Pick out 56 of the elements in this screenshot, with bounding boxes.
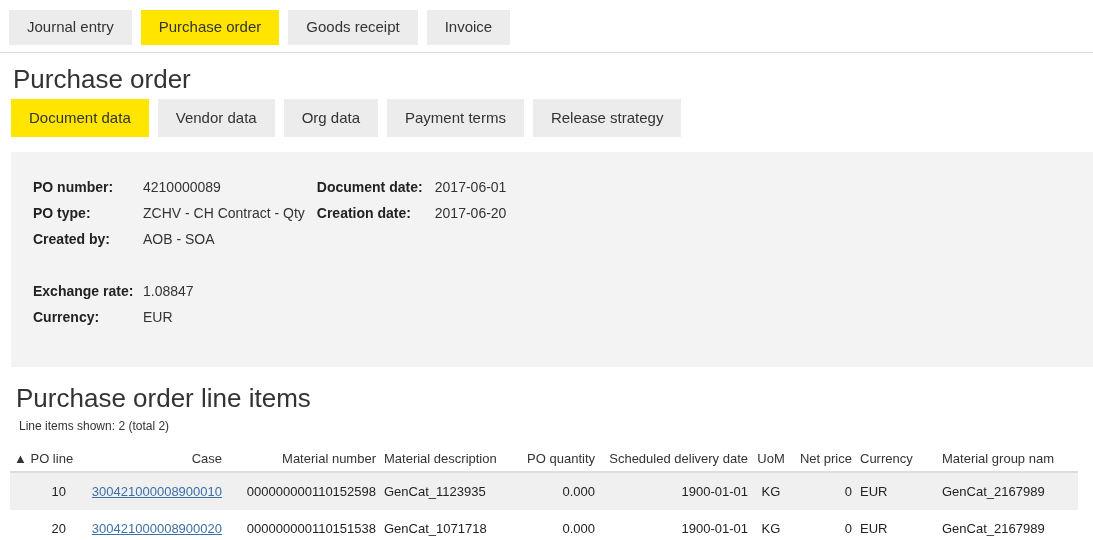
field-value: AOB - SOA (143, 229, 215, 249)
table-cell: KG (761, 483, 781, 499)
table-cell: 000000000110151538 (246, 521, 376, 537)
case-link[interactable]: 300421000008900020 (91, 521, 222, 537)
tab[interactable]: Payment terms (387, 99, 524, 137)
table-cell: GenCat_1123935 (384, 483, 486, 499)
column-header[interactable]: PO quantity (527, 450, 595, 466)
column-header[interactable]: Material group nam (942, 450, 1054, 466)
table-cell: GenCat_1071718 (384, 521, 487, 537)
field-label: Document date: (316, 177, 424, 197)
field-value: ZCHV - CH Contract - Qty (143, 203, 305, 223)
table-cell: KG (761, 521, 781, 537)
table-cell: 000000000110152598 (246, 483, 376, 499)
field-value: 4210000089 (143, 177, 221, 197)
field-value: EUR (143, 307, 173, 327)
tab[interactable]: Purchase order (140, 10, 280, 45)
line-items-count: Line items shown: 2 (total 2) (18, 418, 171, 434)
tab[interactable]: Org data (283, 99, 378, 137)
tab[interactable]: Journal entry (9, 10, 132, 45)
table-cell: EUR (860, 483, 888, 499)
field-label: Exchange rate: (33, 281, 135, 301)
table-cell: GenCat_2167989 (942, 521, 1045, 537)
page-title: Purchase order (12, 63, 192, 95)
tab[interactable]: Invoice (426, 10, 511, 45)
field-label: PO number: (33, 177, 115, 197)
table-cell: 1900-01-01 (681, 521, 748, 537)
table-cell: 0.000 (562, 521, 595, 537)
field-value: 2017-06-01 (434, 177, 507, 197)
table-cell: 0 (844, 483, 852, 499)
column-header[interactable]: Material number (282, 450, 376, 466)
field-value: 1.08847 (143, 281, 194, 301)
table-cell: 1900-01-01 (681, 483, 748, 499)
column-header[interactable]: Net price (799, 450, 852, 466)
section-title: Purchase order line items (15, 382, 312, 413)
tab[interactable]: Document data (11, 99, 149, 137)
table-cell: GenCat_2167989 (942, 483, 1045, 499)
field-label: PO type: (33, 203, 92, 223)
column-header[interactable]: Scheduled delivery date (609, 450, 748, 466)
field-value: 2017-06-20 (434, 203, 507, 223)
tab[interactable]: Vendor data (157, 99, 275, 137)
column-header[interactable]: UoM (757, 450, 785, 466)
table-cell: 0.000 (562, 483, 595, 499)
tab[interactable]: Goods receipt (288, 10, 418, 45)
column-header[interactable]: Material description (384, 450, 497, 466)
table-cell: EUR (860, 521, 888, 537)
column-header[interactable]: Currency (860, 450, 913, 466)
field-label: Created by: (33, 229, 112, 249)
column-header[interactable]: ▲ PO line (14, 450, 74, 466)
table-cell: 10 (51, 483, 66, 499)
field-label: Currency: (33, 307, 101, 327)
case-link[interactable]: 300421000008900010 (91, 483, 222, 499)
table-cell: 20 (51, 521, 66, 537)
tab[interactable]: Release strategy (532, 99, 682, 137)
table-cell: 0 (844, 521, 852, 537)
field-label: Creation date: (316, 203, 412, 223)
column-header[interactable]: Case (191, 450, 222, 466)
